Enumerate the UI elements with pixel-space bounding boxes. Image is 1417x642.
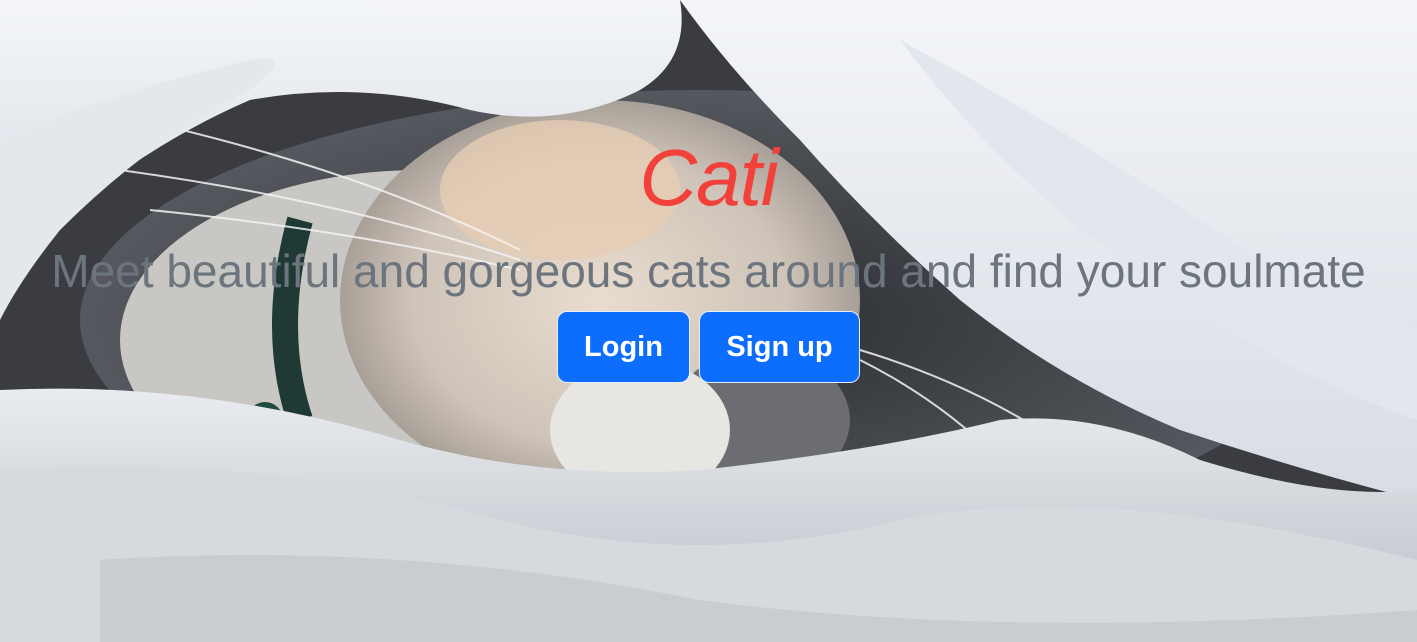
login-button[interactable]: Login (557, 311, 690, 383)
app-title: Cati (639, 133, 778, 222)
tagline: Meet beautiful and gorgeous cats around … (51, 245, 1366, 297)
signup-button[interactable]: Sign up (699, 311, 860, 383)
hero-content: Cati Meet beautiful and gorgeous cats ar… (0, 0, 1417, 642)
hero-section: Cati Meet beautiful and gorgeous cats ar… (0, 0, 1417, 642)
auth-actions: Login Sign up (0, 311, 1417, 383)
